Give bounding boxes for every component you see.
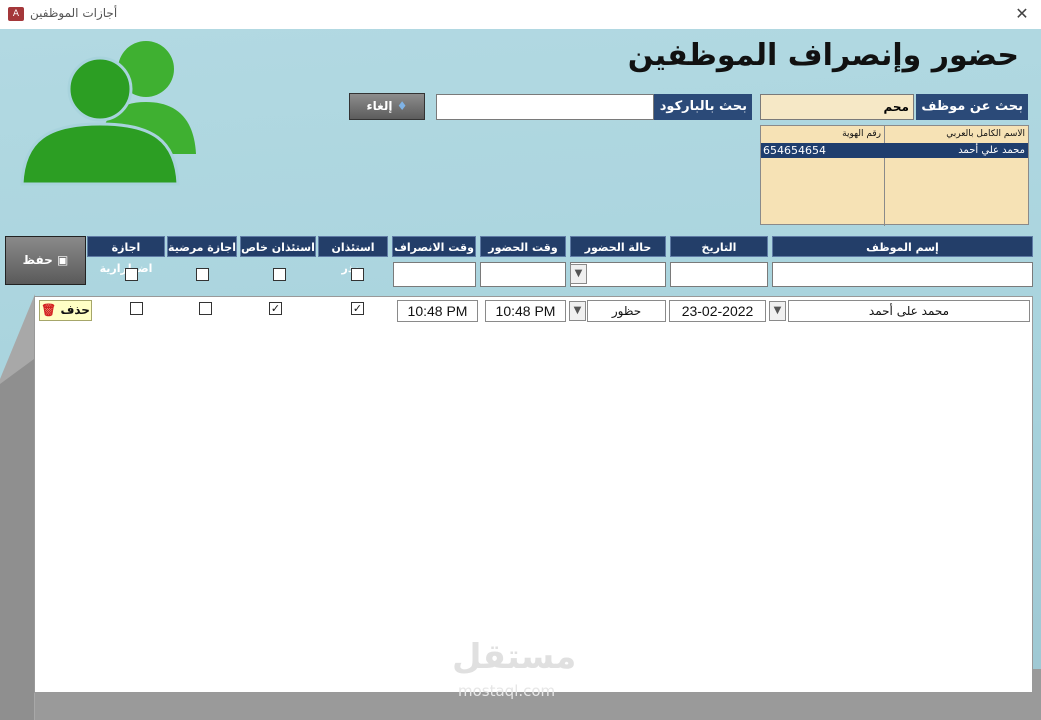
barcode-input[interactable] xyxy=(436,94,654,120)
results-col-id: رقم الهوية xyxy=(842,129,881,139)
record-check-out[interactable]: 10:48 PM xyxy=(397,300,478,322)
floppy-disk-icon: ▣ xyxy=(56,253,69,267)
page-title: حضور وإنصراف الموظفين xyxy=(627,38,1019,73)
col-excused-leave: استئذان بعذر xyxy=(318,236,388,275)
mostaql-watermark: مستقل xyxy=(452,637,577,677)
filter-excused-leave-checkbox[interactable] xyxy=(351,268,364,281)
col-employee-name: إسم الموظف xyxy=(772,236,1033,257)
record-check-in[interactable]: 10:48 PM xyxy=(485,300,566,322)
filter-check-out[interactable] xyxy=(393,262,476,287)
filter-check-in[interactable] xyxy=(480,262,566,287)
delete-button[interactable]: حذف 🗑 xyxy=(39,300,92,321)
filter-employee-name[interactable] xyxy=(772,262,1033,287)
col-emergency-leave: اجازة اضطرارية xyxy=(87,236,165,275)
col-private-leave: استئذان خاص xyxy=(240,236,316,257)
mostaql-watermark-url: mostaql.com xyxy=(458,682,556,700)
col-sick-leave: اجازة مرضية xyxy=(167,236,237,257)
filter-sick-leave-checkbox[interactable] xyxy=(196,268,209,281)
status-dropdown-icon[interactable]: ▼ xyxy=(569,301,586,321)
title-bar: A أجازات الموظفين ✕ xyxy=(0,0,1041,29)
filter-status-dropdown-icon[interactable]: ▼ xyxy=(570,264,587,284)
record-employee-name[interactable]: محمد على أحمد xyxy=(788,300,1030,322)
filter-date[interactable] xyxy=(670,262,768,287)
record-private-leave-checkbox[interactable]: ✓ xyxy=(269,302,282,315)
col-date: التاريخ xyxy=(670,236,768,257)
results-row-name: محمد علي أحمد xyxy=(958,145,1025,156)
col-check-in: وقت الحضور xyxy=(480,236,566,257)
record-emergency-leave-checkbox[interactable] xyxy=(130,302,143,315)
save-button-label: حفظ xyxy=(22,253,53,267)
filter-emergency-leave-checkbox[interactable] xyxy=(125,268,138,281)
barcode-search-label: بحث بالباركود xyxy=(654,94,752,120)
search-results-list[interactable]: الاسم الكامل بالعربي رقم الهوية 65465465… xyxy=(760,125,1029,226)
close-button[interactable]: ✕ xyxy=(1011,4,1033,24)
col-attendance-status: حالة الحضور xyxy=(570,236,666,257)
window-title: أجازات الموظفين xyxy=(30,6,118,20)
col-check-out: وقت الانصراف xyxy=(392,236,476,257)
employees-icon xyxy=(20,41,196,186)
access-app-icon: A xyxy=(8,7,24,21)
record-date[interactable]: 23-02-2022 xyxy=(669,300,766,322)
results-row[interactable]: 654654654 محمد علي أحمد xyxy=(761,143,1028,158)
records-grid xyxy=(34,296,1033,693)
cancel-button[interactable]: إلغاء ♦ xyxy=(349,93,425,120)
search-employee-label: بحث عن موظف : xyxy=(916,94,1028,140)
filter-private-leave-checkbox[interactable] xyxy=(273,268,286,281)
results-divider xyxy=(884,126,885,226)
app-window: A أجازات الموظفين ✕ حضور وإنصراف الموظفي… xyxy=(0,0,1041,720)
cancel-button-label: إلغاء xyxy=(366,99,393,113)
record-excused-leave-checkbox[interactable]: ✓ xyxy=(351,302,364,315)
delete-button-label: حذف xyxy=(60,303,90,317)
results-col-name: الاسم الكامل بالعربي xyxy=(946,129,1025,139)
record-status[interactable]: حظور xyxy=(587,300,666,322)
save-button[interactable]: حفظ ▣ xyxy=(5,236,86,285)
employee-dropdown-icon[interactable]: ▼ xyxy=(769,301,786,321)
search-employee-input[interactable]: محم xyxy=(760,94,914,120)
results-row-id: 654654654 xyxy=(763,144,826,157)
record-sick-leave-checkbox[interactable] xyxy=(199,302,212,315)
eraser-icon: ♦ xyxy=(396,99,408,113)
trash-icon: 🗑 xyxy=(41,303,57,317)
